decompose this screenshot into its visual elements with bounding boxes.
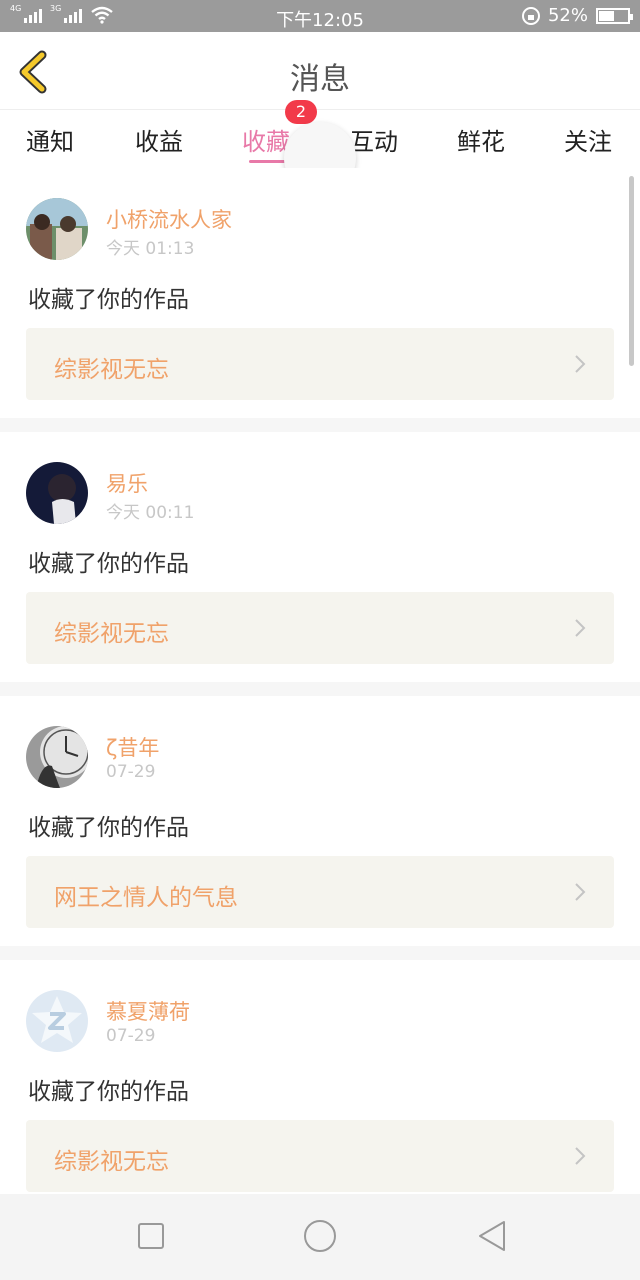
work-title: 综影视无忘: [54, 1149, 169, 1175]
tab-notifications[interactable]: 通知: [26, 122, 74, 157]
chevron-right-icon: [575, 883, 586, 901]
work-link[interactable]: 网王之情人的气息: [26, 856, 614, 928]
work-title: 综影视无忘: [54, 621, 169, 647]
system-nav-bar: [0, 1194, 640, 1280]
battery-fill: [599, 10, 614, 21]
tab-earnings[interactable]: 收益: [135, 122, 183, 157]
chevron-right-icon: [575, 355, 586, 373]
work-link[interactable]: 综影视无忘: [26, 592, 614, 664]
message-card: ζ昔年 07-29 收藏了你的作品 网王之情人的气息: [0, 696, 640, 946]
app-header: 消息: [0, 32, 640, 110]
battery-percent: 52%: [547, 5, 588, 26]
tab-flowers[interactable]: 鲜花: [457, 122, 505, 157]
home-circle-icon[interactable]: [302, 1218, 338, 1254]
page-title: 消息: [290, 62, 350, 97]
username[interactable]: ζ昔年: [106, 732, 159, 762]
status-bar: 4G 3G 下午12:05 52%: [0, 0, 640, 32]
username[interactable]: 小桥流水人家: [106, 204, 232, 234]
rotation-lock-icon: [521, 6, 540, 25]
status-right: 52%: [521, 5, 633, 26]
message-list: 小桥流水人家 今天 01:13 收藏了你的作品 综影视无忘 易乐 今天 00:1…: [0, 168, 640, 1224]
message-time: 今天 01:13: [106, 239, 195, 259]
message-action: 收藏了你的作品: [28, 551, 189, 577]
message-time: 07-29: [106, 1026, 156, 1046]
active-tab-indicator: [249, 160, 285, 163]
message-card: 慕夏薄荷 07-29 收藏了你的作品 综影视无忘: [0, 960, 640, 1210]
recents-square-icon[interactable]: [133, 1218, 169, 1254]
unread-badge: 2: [285, 100, 317, 124]
avatar[interactable]: [26, 198, 88, 260]
battery-icon: [596, 7, 633, 24]
tab-favorites[interactable]: 收藏: [242, 122, 290, 157]
message-action: 收藏了你的作品: [28, 1079, 189, 1105]
message-card: 易乐 今天 00:11 收藏了你的作品 综影视无忘: [0, 432, 640, 682]
username[interactable]: 易乐: [106, 468, 148, 498]
chevron-right-icon: [575, 619, 586, 637]
username[interactable]: 慕夏薄荷: [106, 996, 190, 1026]
message-time: 今天 00:11: [106, 503, 195, 523]
work-link[interactable]: 综影视无忘: [26, 328, 614, 400]
message-time: 07-29: [106, 762, 156, 782]
message-action: 收藏了你的作品: [28, 287, 189, 313]
work-link[interactable]: 综影视无忘: [26, 1120, 614, 1192]
scrollbar[interactable]: [629, 176, 634, 366]
work-title: 网王之情人的气息: [54, 885, 238, 911]
message-action: 收藏了你的作品: [28, 815, 189, 841]
work-title: 综影视无忘: [54, 357, 169, 383]
avatar[interactable]: [26, 726, 88, 788]
tab-follows[interactable]: 关注: [564, 122, 612, 157]
back-triangle-icon[interactable]: [474, 1218, 510, 1254]
avatar[interactable]: [26, 462, 88, 524]
tab-interactions[interactable]: 互动: [350, 122, 398, 157]
avatar[interactable]: [26, 990, 88, 1052]
chevron-right-icon: [575, 1147, 586, 1165]
message-card: 小桥流水人家 今天 01:13 收藏了你的作品 综影视无忘: [0, 168, 640, 418]
